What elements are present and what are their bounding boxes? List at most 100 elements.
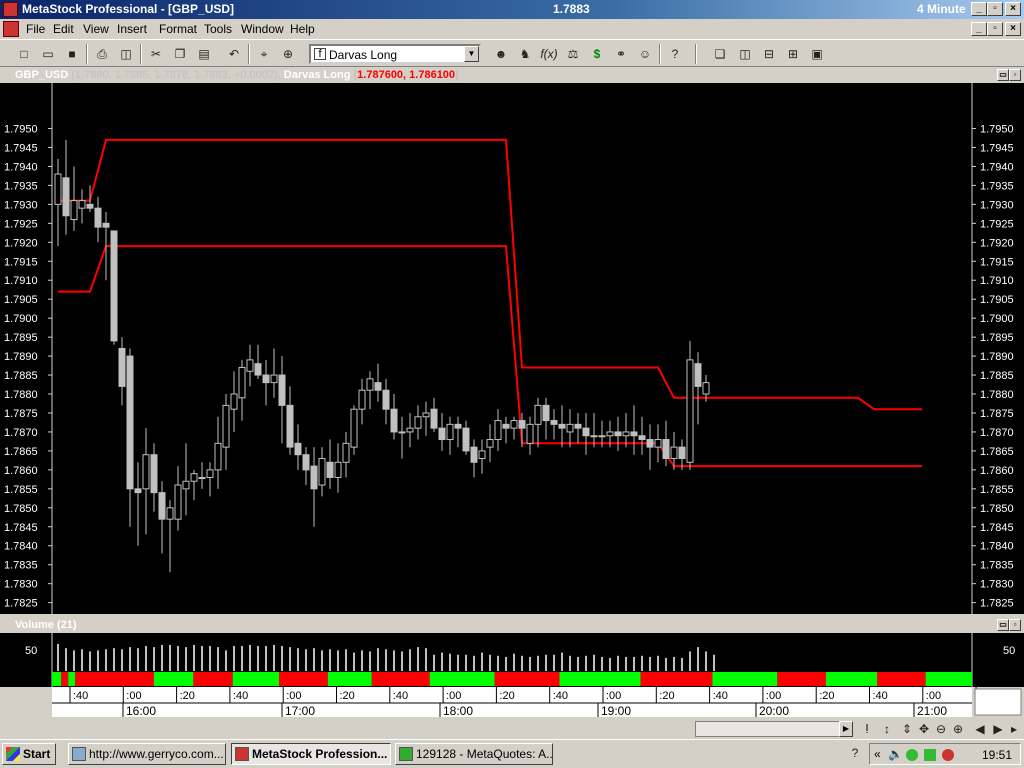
print-preview-icon[interactable]: ◫ bbox=[116, 44, 136, 64]
candle-body bbox=[510, 420, 518, 429]
new-icon[interactable]: □ bbox=[14, 44, 34, 64]
toolbar-separator bbox=[695, 44, 697, 64]
candle-body bbox=[590, 435, 598, 438]
volume-strip-segment bbox=[193, 672, 233, 686]
time-minor-label: :40 bbox=[393, 690, 408, 702]
document-icon[interactable] bbox=[3, 21, 19, 37]
system-tray: « 🔈 19:51 bbox=[869, 743, 1021, 765]
binoculars-icon[interactable]: ⚭ bbox=[611, 44, 631, 64]
time-minor-label: :40 bbox=[73, 690, 88, 702]
y-tick-label: 1.7860 bbox=[980, 465, 1014, 477]
task-metaquotes-label: 129128 - MetaQuotes: A... bbox=[416, 747, 553, 761]
toolbar-separator bbox=[86, 44, 88, 64]
maximize-button[interactable]: ▫ bbox=[987, 2, 1003, 16]
y-tick-label: 1.7885 bbox=[980, 370, 1014, 382]
save-icon[interactable]: ■ bbox=[62, 44, 82, 64]
indicator-builder-icon[interactable]: f(x) bbox=[539, 44, 559, 64]
reset-scale-icon[interactable]: ↕ bbox=[877, 719, 897, 739]
tile-horizontal-icon[interactable]: ⊟ bbox=[759, 44, 779, 64]
start-label: Start bbox=[23, 747, 51, 761]
open-folder-icon[interactable]: ▭ bbox=[38, 44, 58, 64]
tray-expand-icon[interactable]: « bbox=[874, 747, 881, 761]
candle-body bbox=[630, 431, 638, 437]
menu-insert[interactable]: Insert bbox=[117, 22, 147, 36]
explorer-icon[interactable]: ♞ bbox=[515, 44, 535, 64]
crosshair-icon[interactable]: ⌖ bbox=[254, 44, 274, 64]
tray-app-icon[interactable] bbox=[906, 749, 918, 761]
start-button[interactable]: Start bbox=[2, 743, 56, 765]
tray-app-icon-3[interactable] bbox=[942, 749, 954, 761]
pane-minimize-button[interactable]: ▭ bbox=[997, 69, 1009, 81]
close-button[interactable]: × bbox=[1005, 2, 1021, 16]
y-tick-label: 1.7935 bbox=[4, 180, 38, 192]
candle-body bbox=[334, 461, 342, 478]
y-tick-label: 1.7895 bbox=[4, 332, 38, 344]
volume-speaker-icon[interactable]: 🔈 bbox=[888, 747, 903, 761]
volume-color-strip bbox=[52, 672, 972, 686]
scroll-end-icon[interactable]: ▸ bbox=[1004, 719, 1024, 739]
app-icon[interactable] bbox=[3, 2, 18, 17]
zoom-icon[interactable]: ⊕ bbox=[278, 44, 298, 64]
paste-icon[interactable]: ▤ bbox=[194, 44, 214, 64]
context-help-icon[interactable]: ? bbox=[665, 44, 685, 64]
expert-select[interactable]: f Darvas Long ▼ bbox=[309, 44, 481, 64]
task-metastock[interactable]: MetaStock Profession... bbox=[231, 743, 391, 765]
tray-app-icon-2[interactable] bbox=[924, 749, 936, 761]
volume-pane-maximize-button[interactable]: ▫ bbox=[1009, 619, 1021, 631]
people-icon[interactable]: ☺ bbox=[635, 44, 655, 64]
formula-icon: f bbox=[314, 48, 326, 60]
menu-window[interactable]: Window bbox=[241, 22, 284, 36]
candle-body bbox=[294, 442, 302, 456]
candle-body bbox=[390, 408, 398, 433]
layout-icon[interactable]: ▣ bbox=[807, 44, 827, 64]
cascade-windows-icon[interactable]: ❏ bbox=[710, 44, 730, 64]
candle-body bbox=[430, 408, 438, 429]
volume-pane-minimize-button[interactable]: ▭ bbox=[997, 619, 1009, 631]
downloader-icon[interactable]: $ bbox=[587, 44, 607, 64]
y-tick-label: 1.7910 bbox=[4, 275, 38, 287]
help-icon[interactable]: ? bbox=[845, 743, 865, 763]
candle-body bbox=[54, 173, 62, 205]
chevron-down-icon[interactable]: ▼ bbox=[464, 46, 479, 62]
menu-help[interactable]: Help bbox=[290, 22, 315, 36]
time-major-label: 19:00 bbox=[601, 704, 631, 718]
candle-body bbox=[86, 203, 94, 209]
y-tick-label: 1.7910 bbox=[980, 275, 1014, 287]
scroll-right-icon[interactable]: ▶ bbox=[839, 721, 853, 737]
copy-icon[interactable]: ❐ bbox=[170, 44, 190, 64]
menu-file[interactable]: File bbox=[26, 22, 45, 36]
time-major-label: 17:00 bbox=[285, 704, 315, 718]
task-browser[interactable]: http://www.gerryco.com... bbox=[68, 743, 226, 765]
tile-grid-icon[interactable]: ⊞ bbox=[783, 44, 803, 64]
menu-tools[interactable]: Tools bbox=[204, 22, 232, 36]
price-chart-background bbox=[0, 83, 1024, 614]
tile-vertical-icon[interactable]: ◫ bbox=[735, 44, 755, 64]
volume-strip-segment bbox=[61, 672, 69, 686]
print-icon[interactable]: ⎙ bbox=[92, 44, 112, 64]
zoom-in-icon[interactable]: ⊕ bbox=[948, 719, 968, 739]
horizontal-scrollbar[interactable] bbox=[695, 721, 841, 737]
y-tick-label: 1.7845 bbox=[980, 522, 1014, 534]
candle-body bbox=[662, 439, 670, 459]
time-minor-label: :20 bbox=[180, 690, 195, 702]
candle-body bbox=[342, 442, 350, 463]
scale-toggle-icon[interactable]: ⵑ bbox=[857, 719, 877, 739]
scroll-left-icon[interactable]: ◀ bbox=[970, 719, 990, 739]
volume-chart[interactable]: 50 50 bbox=[0, 633, 1024, 687]
pane-maximize-button[interactable]: ▫ bbox=[1009, 69, 1021, 81]
cut-icon[interactable]: ✂ bbox=[146, 44, 166, 64]
y-tick-label: 1.7850 bbox=[980, 503, 1014, 515]
system-tester-icon[interactable]: ⚖ bbox=[563, 44, 583, 64]
doc-minimize-button[interactable]: _ bbox=[971, 22, 987, 36]
candle-body bbox=[646, 439, 654, 448]
task-metaquotes[interactable]: 129128 - MetaQuotes: A... bbox=[395, 743, 553, 765]
menu-edit[interactable]: Edit bbox=[53, 22, 74, 36]
doc-close-button[interactable]: × bbox=[1005, 22, 1021, 36]
expert-advisor-icon[interactable]: ☻ bbox=[491, 44, 511, 64]
menu-view[interactable]: View bbox=[83, 22, 109, 36]
price-chart[interactable]: 1.7950 1.7950 1.7945 1.7945 1.7940 1.7940 1.79… bbox=[0, 83, 1024, 614]
minimize-button[interactable]: _ bbox=[971, 2, 987, 16]
undo-icon[interactable]: ↶ bbox=[224, 44, 244, 64]
menu-format[interactable]: Format bbox=[159, 22, 197, 36]
doc-restore-button[interactable]: ▫ bbox=[987, 22, 1003, 36]
